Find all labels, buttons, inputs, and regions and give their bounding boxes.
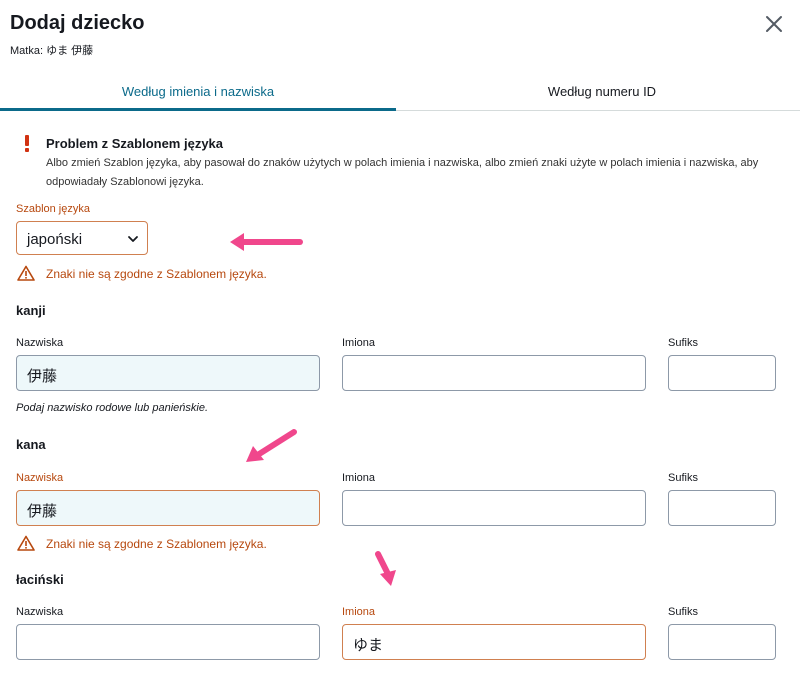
template-selected-value: japoński <box>27 231 83 248</box>
tab-by-id[interactable]: Według numeru ID <box>404 84 800 99</box>
latin-surname-input[interactable] <box>16 624 320 660</box>
active-tab-indicator <box>0 108 396 111</box>
annotation-arrow-icon <box>246 429 297 462</box>
warning-icon <box>17 535 35 551</box>
dialog-title: Dodaj dziecko <box>10 12 145 34</box>
kanji-given-label: Imiona <box>342 337 376 349</box>
kana-surname-label: Nazwiska <box>16 472 64 484</box>
template-warning: Znaki nie są zgodne z Szablonem języka. <box>46 267 267 281</box>
annotation-arrow-icon <box>375 551 396 586</box>
kana-surname-input[interactable]: 伊藤 <box>16 490 320 526</box>
problem-description: Albo zmień Szablon języka, aby pasował d… <box>46 157 759 188</box>
template-label: Szablon języka <box>16 203 90 215</box>
kanji-surname-label: Nazwiska <box>16 337 64 349</box>
kanji-suffix-label: Sufiks <box>668 337 698 349</box>
close-button[interactable] <box>762 12 786 36</box>
warning-icon <box>17 265 35 281</box>
section-kana-heading: kana <box>16 437 46 452</box>
kanji-surname-hint: Podaj nazwisko rodowe lub panieńskie. <box>16 402 209 414</box>
kana-suffix-input[interactable] <box>668 490 776 526</box>
kana-given-label: Imiona <box>342 472 376 484</box>
template-select[interactable]: japoński <box>16 221 148 255</box>
kanji-surname-value: 伊藤 <box>27 368 58 385</box>
latin-surname-label: Nazwiska <box>16 606 64 618</box>
latin-suffix-input[interactable] <box>668 624 776 660</box>
section-kanji-heading: kanji <box>16 303 46 318</box>
kana-given-input[interactable] <box>342 490 646 526</box>
chevron-down-icon <box>128 236 138 242</box>
kanji-given-input[interactable] <box>342 355 646 391</box>
problem-title: Problem z Szablonem języka <box>46 136 224 151</box>
latin-given-input[interactable]: ゆま <box>342 624 646 660</box>
latin-given-label: Imiona <box>342 606 376 618</box>
annotation-arrow-icon <box>230 233 303 251</box>
kana-warning: Znaki nie są zgodne z Szablonem języka. <box>46 537 267 551</box>
exclamation-icon <box>20 134 34 154</box>
kana-suffix-label: Sufiks <box>668 472 698 484</box>
section-latin-heading: łaciński <box>16 572 64 587</box>
latin-given-value: ゆま <box>353 637 384 654</box>
close-icon <box>766 16 782 32</box>
dialog-subtitle: Matka: ゆま 伊藤 <box>10 45 94 57</box>
latin-suffix-label: Sufiks <box>668 606 698 618</box>
tab-by-name[interactable]: Według imienia i nazwiska <box>0 84 396 99</box>
kanji-surname-input[interactable]: 伊藤 <box>16 355 320 391</box>
kana-surname-value: 伊藤 <box>27 503 58 520</box>
kanji-suffix-input[interactable] <box>668 355 776 391</box>
